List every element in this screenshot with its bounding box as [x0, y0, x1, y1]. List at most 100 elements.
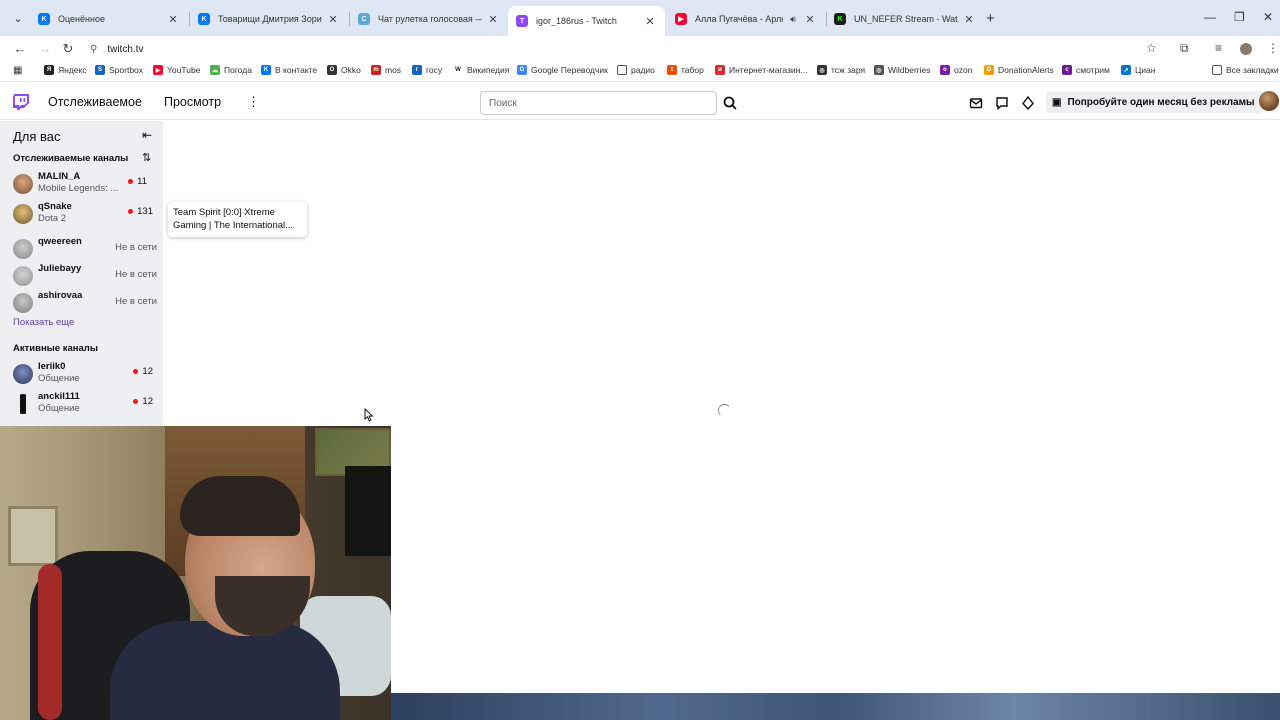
bits-gem-icon[interactable]: [1021, 96, 1035, 110]
search-icon: [723, 96, 737, 110]
bookmark-item[interactable]: ◎ Wildberries: [874, 65, 931, 75]
close-tab-icon[interactable]: ✕: [803, 13, 817, 26]
bookmark-label: mos: [385, 65, 402, 75]
channel-game: Общение: [38, 373, 80, 384]
bookmark-item[interactable]: S Sportbox: [95, 65, 143, 75]
sort-icon[interactable]: ⇅: [142, 151, 151, 164]
profile-avatar[interactable]: [1240, 43, 1252, 55]
all-bookmarks[interactable]: Все закладки: [1212, 65, 1279, 75]
bookmark-label: Интернет-магазин...: [729, 65, 808, 75]
close-tab-icon[interactable]: ✕: [166, 13, 180, 26]
bookmark-item[interactable]: D DonationAlerts: [984, 65, 1054, 75]
nav-browse[interactable]: Просмотр: [164, 95, 221, 109]
bookmark-item[interactable]: радио: [617, 65, 655, 75]
channel-name: qSnake: [38, 201, 72, 212]
speaker-icon[interactable]: 🔊︎: [787, 14, 799, 25]
bookmark-item[interactable]: ▶ YouTube: [153, 65, 200, 75]
avatar: [13, 174, 33, 194]
media-control-icon[interactable]: ≡: [1215, 41, 1222, 55]
sportbox-icon: S: [95, 65, 105, 75]
close-tab-icon[interactable]: ✕: [486, 13, 500, 26]
url-field[interactable]: ⚲ twitch.tv: [90, 41, 143, 57]
folder-icon: [1212, 65, 1222, 75]
forward-arrow-icon[interactable]: →: [37, 41, 53, 57]
browser-tab[interactable]: K Товарищи Дмитрия Зорина - ✕: [190, 6, 348, 32]
stream-title-tooltip: Team Spirit [0:0] Xtreme Gaming | The In…: [168, 202, 307, 237]
bookmark-item[interactable]: O Okko: [327, 65, 361, 75]
twitch-logo-icon[interactable]: [12, 93, 30, 111]
cian-icon: ↗: [1121, 65, 1131, 75]
bookmark-item[interactable]: и Интернет-магазин...: [715, 65, 807, 75]
bookmark-item[interactable]: ☁ Погода: [210, 65, 252, 75]
minimize-icon[interactable]: —: [1204, 10, 1216, 24]
bookmark-item[interactable]: с смотрим: [1062, 65, 1110, 75]
offline-status: Не в сети: [115, 242, 157, 253]
sidebar-channel[interactable]: qweereen Не в сети: [13, 236, 159, 264]
more-vertical-icon[interactable]: ⋮: [247, 94, 260, 110]
bookmark-item[interactable]: G Google Переводчик: [517, 65, 608, 75]
sidebar-channel[interactable]: anckil111 Общение 12: [13, 391, 159, 419]
bookmark-item[interactable]: t табор: [667, 65, 704, 75]
close-tab-icon[interactable]: ✕: [326, 13, 340, 26]
close-window-icon[interactable]: ✕: [1263, 10, 1273, 24]
bookmark-item[interactable]: o ozon: [940, 65, 972, 75]
apps-grid-icon[interactable]: ▦: [13, 65, 22, 76]
bookmark-item[interactable]: г госу: [412, 65, 442, 75]
bookmark-item[interactable]: W Википедия: [453, 65, 509, 75]
bookmark-label: DonationAlerts: [998, 65, 1054, 75]
back-arrow-icon[interactable]: ←: [12, 41, 28, 57]
extensions-icon[interactable]: ⧉: [1180, 41, 1189, 56]
sidebar-channel[interactable]: qSnake Dota 2 131: [13, 201, 159, 229]
search-input[interactable]: [481, 92, 716, 114]
bookmark-star-icon[interactable]: ☆: [1146, 41, 1157, 55]
whispers-icon[interactable]: [995, 96, 1009, 110]
wikipedia-icon: W: [453, 65, 463, 75]
bookmark-item[interactable]: ◎ тсж заря: [817, 65, 865, 75]
inbox-icon[interactable]: [969, 96, 983, 110]
reload-icon[interactable]: ↻: [60, 41, 76, 57]
ad-free-promo-button[interactable]: ▣ Попробуйте один месяц без рекламы: [1046, 91, 1264, 113]
translate-icon: G: [517, 65, 527, 75]
avatar: [13, 394, 33, 414]
browser-tab[interactable]: K UN_NEFER Stream - Watch Live ✕: [826, 6, 984, 32]
browser-tab[interactable]: ▶ Алла Пугачёва - Арлекино 🔊︎ ✕: [667, 6, 825, 32]
viewer-count: 131: [128, 206, 153, 217]
nav-following[interactable]: Отслеживаемое: [48, 95, 142, 109]
bookmark-label: Погода: [224, 65, 252, 75]
bookmark-item[interactable]: ↗ Циан: [1121, 65, 1155, 75]
close-tab-icon[interactable]: ✕: [643, 15, 657, 28]
sidebar-channel[interactable]: MALIN_A Mobile Legends: ... 11: [13, 171, 159, 199]
tabor-icon: t: [667, 65, 677, 75]
webcam-tv: [345, 466, 391, 556]
bookmark-item[interactable]: Я Яндекс: [44, 65, 87, 75]
gosu-icon: г: [412, 65, 422, 75]
browser-tab-active[interactable]: T igor_186rus - Twitch ✕: [508, 6, 665, 36]
browser-tab[interactable]: K Оценённое ✕: [30, 6, 188, 32]
search-button[interactable]: [719, 91, 741, 115]
show-more-link[interactable]: Показать еще: [13, 317, 74, 328]
channel-name: anckil111: [38, 391, 80, 402]
sidebar-channel[interactable]: ashirovaa Не в сети: [13, 290, 159, 318]
sidebar-channel[interactable]: leriik0 Общение 12: [13, 361, 159, 389]
close-tab-icon[interactable]: ✕: [962, 13, 976, 26]
live-dot-icon: [133, 399, 139, 404]
channel-game: Общение: [38, 403, 80, 414]
tab-search-chevron-icon[interactable]: ⌄: [8, 8, 28, 28]
avatar: [13, 204, 33, 224]
restore-icon[interactable]: ❐: [1234, 10, 1245, 24]
bookmark-item[interactable]: K В контакте: [261, 65, 317, 75]
weather-icon: ☁: [210, 65, 220, 75]
new-tab-icon[interactable]: +: [986, 10, 995, 27]
viewer-count: 11: [128, 176, 147, 187]
address-toolbar: ← → ↻ ⚲ twitch.tv ☆ ⧉ ≡ ⋮: [0, 36, 1280, 62]
ad-free-icon: ▣: [1052, 96, 1062, 108]
browser-menu-icon[interactable]: ⋮: [1267, 41, 1279, 55]
active-channels-header: Активные каналы: [13, 343, 98, 354]
kick-icon: K: [834, 13, 846, 25]
collapse-sidebar-icon[interactable]: ⇤: [142, 128, 152, 142]
user-avatar[interactable]: [1259, 91, 1279, 111]
site-info-icon[interactable]: ⚲: [90, 44, 97, 55]
sidebar-channel[interactable]: Juliebayy Не в сети: [13, 263, 159, 291]
browser-tab[interactable]: C Чат рулетка голосовая — Nek ✕: [350, 6, 508, 32]
bookmark-item[interactable]: m mos: [371, 65, 401, 75]
